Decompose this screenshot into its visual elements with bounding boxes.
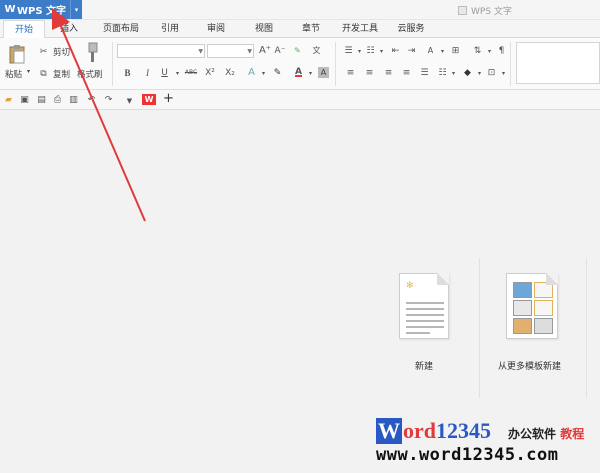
annotation-arrow <box>52 8 146 222</box>
watermark-word: ord <box>403 418 436 443</box>
watermark-number: 12345 <box>436 418 491 443</box>
watermark: W ord 12345 办公软件 教程 www.word12345.com <box>376 418 598 468</box>
watermark-w: W <box>376 418 402 444</box>
watermark-cn2: 教程 <box>560 427 585 441</box>
watermark-cn1: 办公软件 <box>508 427 557 441</box>
watermark-url: www.word12345.com <box>376 445 559 465</box>
